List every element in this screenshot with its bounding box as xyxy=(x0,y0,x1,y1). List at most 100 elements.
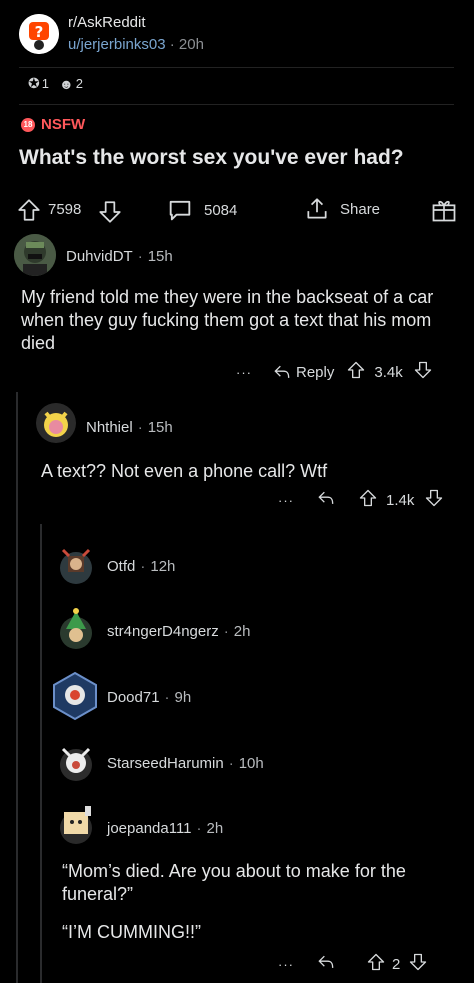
user-avatar-icon xyxy=(53,671,97,721)
downvote-button[interactable] xyxy=(408,952,428,976)
subreddit-name[interactable]: r/AskReddit xyxy=(68,14,146,31)
comment-author[interactable]: Nhthiel xyxy=(86,419,133,436)
upvote-button[interactable] xyxy=(358,488,378,512)
upvote-icon xyxy=(367,953,385,971)
comment-author[interactable]: DuhvidDT xyxy=(66,248,133,265)
user-avatar-icon xyxy=(60,806,92,844)
comment-actions: ··· Reply 3.4k xyxy=(236,360,433,384)
avatar[interactable] xyxy=(55,542,97,590)
comment-bubble-icon xyxy=(169,200,191,221)
downvote-icon xyxy=(410,953,427,971)
reply-button[interactable] xyxy=(316,952,336,976)
dot: · xyxy=(223,623,229,640)
post-upvote-button[interactable] xyxy=(16,197,42,223)
more-options-button[interactable]: ··· xyxy=(236,365,252,380)
upvote-icon xyxy=(359,489,377,507)
post-score: 7598 xyxy=(48,201,82,218)
comment-body: A text?? Not even a phone call? Wtf xyxy=(41,461,328,481)
comment-age: 9h xyxy=(174,689,192,706)
comment-author[interactable]: StarseedHarumin xyxy=(107,755,224,772)
comment-body: My friend told me they were in the backs… xyxy=(21,287,434,353)
upvote-icon xyxy=(348,361,365,379)
avatar[interactable] xyxy=(52,671,98,721)
comment-author[interactable]: str4ngerD4ngerz xyxy=(107,623,219,640)
comment-age: 2h xyxy=(233,623,251,640)
dot: · xyxy=(196,820,202,837)
award-2-icon: ☻ xyxy=(58,75,74,92)
comment-score: 3.4k xyxy=(374,363,403,381)
downvote-icon xyxy=(414,361,431,379)
post-downvote-button[interactable] xyxy=(97,199,123,225)
downvote-button[interactable] xyxy=(413,360,433,384)
subreddit-avatar[interactable]: ? xyxy=(19,14,59,54)
comment-score: 1.4k xyxy=(386,491,415,509)
downvote-icon xyxy=(99,201,121,223)
nsfw-label: NSFW xyxy=(41,116,86,133)
share-icon xyxy=(307,198,327,219)
gift-icon xyxy=(432,201,456,222)
comment-body-line: “Mom’s died. Are you about to make for t… xyxy=(62,861,406,904)
share-label: Share xyxy=(340,200,381,218)
user-avatar-icon xyxy=(60,747,92,781)
award-2-count: 2 xyxy=(75,76,83,91)
comment-author[interactable]: joepanda111 xyxy=(107,820,192,837)
user-avatar-icon xyxy=(60,548,92,584)
post-author[interactable]: u/jerjerbinks03 xyxy=(68,36,166,53)
nsfw-18-icon: 18 xyxy=(21,117,35,132)
user-avatar-icon xyxy=(36,403,76,443)
avatar[interactable] xyxy=(55,737,97,785)
user-avatar-icon xyxy=(60,608,92,649)
awards-row[interactable]: ✪ 1 ☻ 2 xyxy=(28,75,83,92)
thread-line[interactable] xyxy=(16,392,18,983)
post-share-button[interactable]: Share xyxy=(304,196,380,222)
dot: · xyxy=(137,248,143,265)
thread-line[interactable] xyxy=(40,524,42,983)
comment-age: 10h xyxy=(238,755,264,772)
comment-author[interactable]: Dood71 xyxy=(107,689,160,706)
reply-label: Reply xyxy=(296,363,335,381)
dot: · xyxy=(228,755,234,772)
more-options-button[interactable]: ··· xyxy=(278,957,294,972)
comment-header[interactable]: Dood71 · 9h xyxy=(107,689,191,706)
comment-header: joepanda111 · 2h xyxy=(107,820,223,837)
post-meta: u/jerjerbinks03 · 20h xyxy=(68,36,204,53)
comments-count: 5084 xyxy=(204,201,238,219)
comment-header[interactable]: Otfd · 12h xyxy=(107,558,175,575)
more-options-button[interactable]: ··· xyxy=(278,493,294,508)
reply-button[interactable] xyxy=(316,488,336,512)
post-comments-button[interactable]: 5084 xyxy=(166,196,237,224)
avatar[interactable] xyxy=(55,605,97,653)
upvote-button[interactable] xyxy=(366,952,386,976)
avatar[interactable] xyxy=(55,800,97,848)
upvote-button[interactable] xyxy=(346,360,366,384)
post-award-button[interactable] xyxy=(430,196,458,224)
downvote-button[interactable] xyxy=(424,488,444,512)
dot: · xyxy=(164,689,170,706)
comment-age: 2h xyxy=(206,820,224,837)
comment-header[interactable]: str4ngerD4ngerz · 2h xyxy=(107,623,250,640)
post-age: 20h xyxy=(178,36,204,53)
reply-icon xyxy=(274,365,290,378)
comment-actions: ··· 2 xyxy=(278,952,428,976)
avatar[interactable] xyxy=(14,234,56,276)
comment-header[interactable]: StarseedHarumin · 10h xyxy=(107,755,264,772)
downvote-icon xyxy=(426,489,443,507)
svg-text:?: ? xyxy=(35,23,44,41)
reply-button[interactable]: Reply xyxy=(272,362,334,382)
user-avatar-icon xyxy=(14,234,56,276)
reply-icon xyxy=(318,955,334,968)
dot: · xyxy=(137,419,143,436)
comment-author[interactable]: Otfd xyxy=(107,558,135,575)
meta-dot: · xyxy=(169,36,179,53)
comment-actions: ··· 1.4k xyxy=(278,488,444,512)
reply-icon xyxy=(318,491,334,504)
comment-score: 2 xyxy=(392,955,401,973)
comment-age: 15h xyxy=(147,419,173,436)
comment-header: DuhvidDT · 15h xyxy=(66,248,173,265)
awards-box[interactable] xyxy=(19,67,454,105)
nsfw-tag: 18 NSFW xyxy=(21,116,85,133)
post-title[interactable]: What's the worst sex you've ever had? xyxy=(19,146,404,170)
avatar[interactable] xyxy=(36,403,76,443)
comment-body-line: “I’M CUMMING!!” xyxy=(62,922,201,942)
award-1-count: 1 xyxy=(41,76,49,91)
